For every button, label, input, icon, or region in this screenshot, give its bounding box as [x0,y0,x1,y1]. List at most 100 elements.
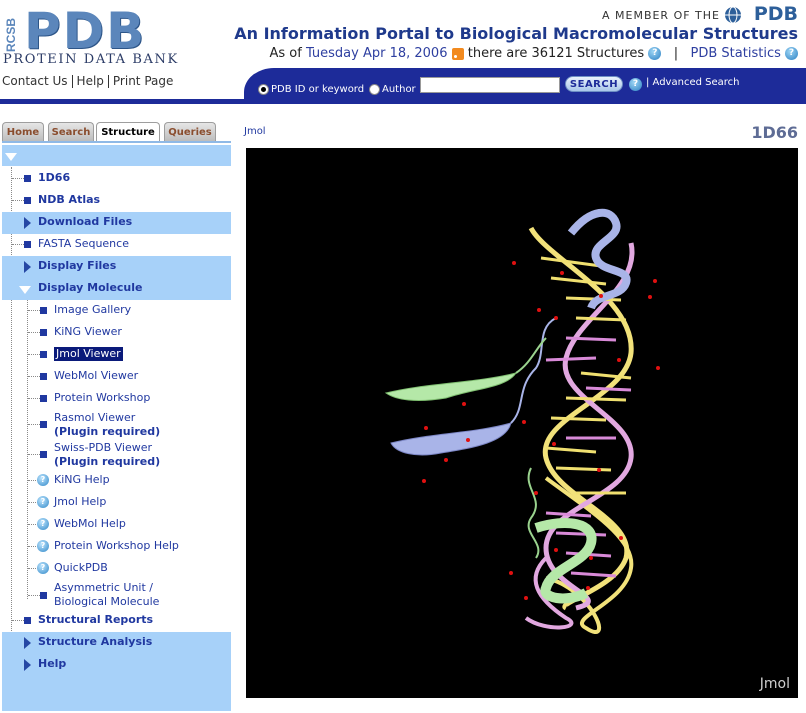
status-date-link[interactable]: Tuesday Apr 18, 2006 [306,46,448,61]
section-label: Display Molecule [38,281,143,294]
protein-helix-green-left [384,372,518,401]
rss-icon[interactable] [451,47,464,60]
sidebar-header[interactable] [2,145,231,166]
molecule-rendering [384,208,660,635]
bullet-icon [24,617,31,624]
nav-tabs: Home Search Structure Queries [2,122,231,143]
link-divider [107,75,109,88]
bullet-icon [24,197,31,204]
help-circle-icon: ? [37,496,49,508]
bullet-icon [40,307,47,314]
tree-branch [12,244,24,245]
structure-count: there are 36121 Structures [467,46,645,61]
search-input[interactable] [420,77,560,93]
bullet-icon [24,241,31,248]
sidebar-item-asymmetric-unit[interactable]: Asymmetric Unit / [54,581,153,595]
expand-triangle-icon[interactable] [24,261,31,273]
utility-links: Contact Us Help Print Page [2,74,173,88]
help-circle-icon: ? [37,474,49,486]
help-link[interactable]: Help [77,74,104,88]
section-label: Display Files [38,259,117,272]
section-structure-analysis[interactable]: Structure Analysis [2,632,231,654]
rcsb-side-label: RCSB [4,18,18,52]
globe-icon [725,6,741,24]
section-label: Structure Analysis [38,635,153,648]
expand-triangle-icon[interactable] [24,217,31,229]
status-separator: | [673,46,679,61]
status-line: As of Tuesday Apr 18, 2006 there are 361… [269,46,798,61]
print-page-link[interactable]: Print Page [113,74,173,88]
tree-line [27,300,28,599]
sidebar-item-fasta[interactable]: FASTA Sequence [38,237,129,251]
expand-triangle-icon[interactable] [24,637,31,649]
tree-branch [28,595,40,596]
sidebar-item-image-gallery[interactable]: Image Gallery [54,303,131,317]
radio-button-selected[interactable] [258,84,269,95]
tab-search[interactable]: Search [48,122,94,141]
sidebar-item-king-help[interactable]: KiNG Help [54,473,110,487]
portal-tagline: An Information Portal to Biological Macr… [234,24,798,43]
tree-branch [28,310,40,311]
section-help[interactable]: Help [2,654,231,676]
protein-loop-green [515,337,547,374]
search-bar-underline [0,99,806,104]
sidebar-item-ndb-atlas[interactable]: NDB Atlas [38,193,100,207]
bullet-icon [40,451,47,458]
sidebar-item-jmol-help[interactable]: Jmol Help [54,495,106,509]
tab-queries[interactable]: Queries [164,122,216,141]
bullet-icon [40,395,47,402]
protein-helix-lavender-left [390,422,512,456]
jmol-applet-canvas[interactable]: Jmol [246,148,798,698]
sidebar-item-protein-workshop-help[interactable]: Protein Workshop Help [54,539,179,553]
section-label: Download Files [38,215,133,228]
plugin-required-note: (Plugin required) [54,455,161,468]
search-button[interactable]: SEARCH [565,76,623,92]
tree-branch [28,424,40,425]
radio-button[interactable] [369,84,380,95]
sidebar-item-quickpdb[interactable]: QuickPDB [54,561,108,575]
sidebar-item-1d66[interactable]: 1D66 [38,171,70,185]
tree-branch [28,354,40,355]
bullet-icon [40,421,47,428]
sidebar-item-swiss-pdb-viewer[interactable]: Swiss-PDB Viewer [54,441,152,455]
bullet-icon [40,351,47,358]
tab-home[interactable]: Home [2,122,44,141]
sidebar-item-biological-molecule[interactable]: Biological Molecule [54,595,159,609]
section-download-files[interactable]: Download Files [2,212,231,234]
pdb-statistics-link[interactable]: PDB Statistics [691,46,781,61]
rcsb-pdb-logo[interactable]: RCSB PDB PROTEIN DATA BANK [0,2,205,70]
collapse-triangle-icon[interactable] [5,153,17,161]
sidebar-item-protein-workshop[interactable]: Protein Workshop [54,391,150,405]
sidebar-item-king-viewer[interactable]: KiNG Viewer [54,325,122,339]
sidebar-item-rasmol-viewer[interactable]: Rasmol Viewer [54,411,135,425]
pdb-id-heading: 1D66 [751,123,798,142]
help-icon[interactable]: ? [648,47,662,60]
tab-structure[interactable]: Structure [96,122,160,143]
link-divider [71,75,73,88]
jmol-watermark: Jmol [759,676,790,692]
radio-label: PDB ID or keyword [271,84,365,95]
section-label: Help [38,657,67,670]
svg-text:RCSB: RCSB [4,18,18,52]
section-display-molecule[interactable]: Display Molecule [2,278,231,300]
section-display-files[interactable]: Display Files [2,256,231,278]
tree-branch [12,620,24,621]
tree-branch [28,332,40,333]
contact-us-link[interactable]: Contact Us [2,74,68,88]
collapse-triangle-icon[interactable] [19,286,31,294]
radio-pdb-id-keyword[interactable]: PDB ID or keyword [258,79,364,98]
member-text: A MEMBER OF THE [601,9,720,22]
advanced-search-link[interactable]: | Advanced Search [646,77,739,88]
search-help-icon[interactable]: ? [629,78,642,91]
tree-line [11,167,12,667]
bullet-icon [40,329,47,336]
expand-triangle-icon[interactable] [24,659,31,671]
sidebar-item-webmol-help[interactable]: WebMol Help [54,517,126,531]
radio-author[interactable]: Author [369,79,416,98]
statistics-help-icon[interactable]: ? [785,47,798,60]
sidebar-item-webmol-viewer[interactable]: WebMol Viewer [54,369,138,383]
help-circle-icon: ? [37,562,49,574]
sidebar-item-jmol-viewer[interactable]: Jmol Viewer [53,346,124,362]
sidebar-item-structural-reports[interactable]: Structural Reports [38,613,153,627]
tree-branch [12,200,24,201]
